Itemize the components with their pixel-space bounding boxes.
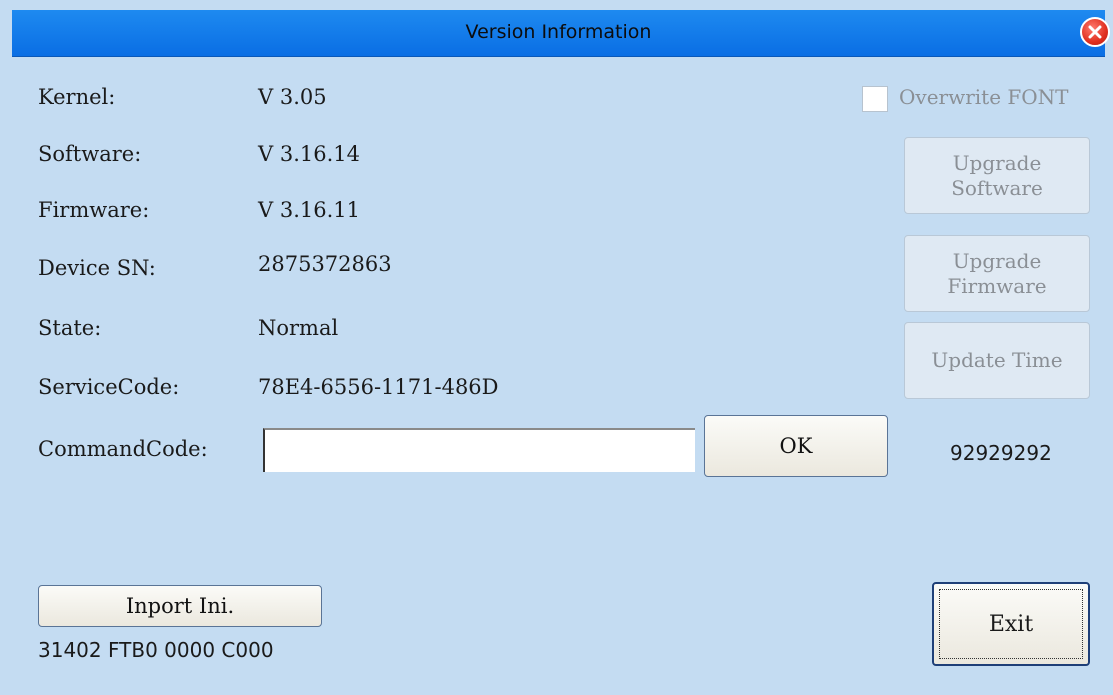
state-value: Normal [258, 316, 339, 340]
close-button[interactable] [1080, 17, 1110, 47]
upgrade-software-line2: Software [951, 175, 1043, 200]
exit-button[interactable]: Exit [932, 582, 1090, 666]
overwrite-font-checkbox[interactable] [862, 86, 888, 112]
exit-button-label: Exit [988, 611, 1034, 637]
command-code-label: CommandCode: [38, 437, 208, 461]
title-bar: Version Information [12, 10, 1110, 57]
update-time-button[interactable]: Update Time [904, 322, 1090, 399]
upgrade-firmware-line2: Firmware [947, 273, 1047, 298]
update-time-label: Update Time [931, 348, 1063, 372]
ok-code-value: 92929292 [950, 441, 1052, 465]
upgrade-software-button[interactable]: Upgrade Software [904, 137, 1090, 214]
footer-code: 31402 FTB0 0000 C000 [38, 638, 274, 662]
service-code-value: 78E4-6556-1171-486D [258, 375, 499, 399]
ok-button[interactable]: OK [704, 415, 888, 477]
upgrade-firmware-line1: Upgrade [952, 248, 1042, 273]
window-title: Version Information [465, 21, 652, 43]
service-code-label: ServiceCode: [38, 375, 180, 399]
close-icon [1088, 25, 1102, 39]
firmware-value: V 3.16.11 [258, 198, 360, 222]
import-ini-label: Inport Ini. [125, 594, 235, 618]
upgrade-firmware-button[interactable]: Upgrade Firmware [904, 235, 1090, 312]
firmware-label: Firmware: [38, 198, 150, 222]
upgrade-software-line1: Upgrade [952, 150, 1042, 175]
import-ini-button[interactable]: Inport Ini. [38, 585, 322, 627]
state-label: State: [38, 316, 102, 340]
kernel-value: V 3.05 [258, 85, 327, 109]
ok-button-label: OK [779, 434, 813, 458]
command-code-input[interactable] [263, 428, 695, 472]
device-sn-label: Device SN: [38, 256, 156, 280]
device-sn-value: 2875372863 [258, 252, 392, 276]
kernel-label: Kernel: [38, 85, 116, 109]
software-label: Software: [38, 142, 142, 166]
software-value: V 3.16.14 [258, 142, 360, 166]
overwrite-font-label: Overwrite FONT [899, 85, 1069, 109]
